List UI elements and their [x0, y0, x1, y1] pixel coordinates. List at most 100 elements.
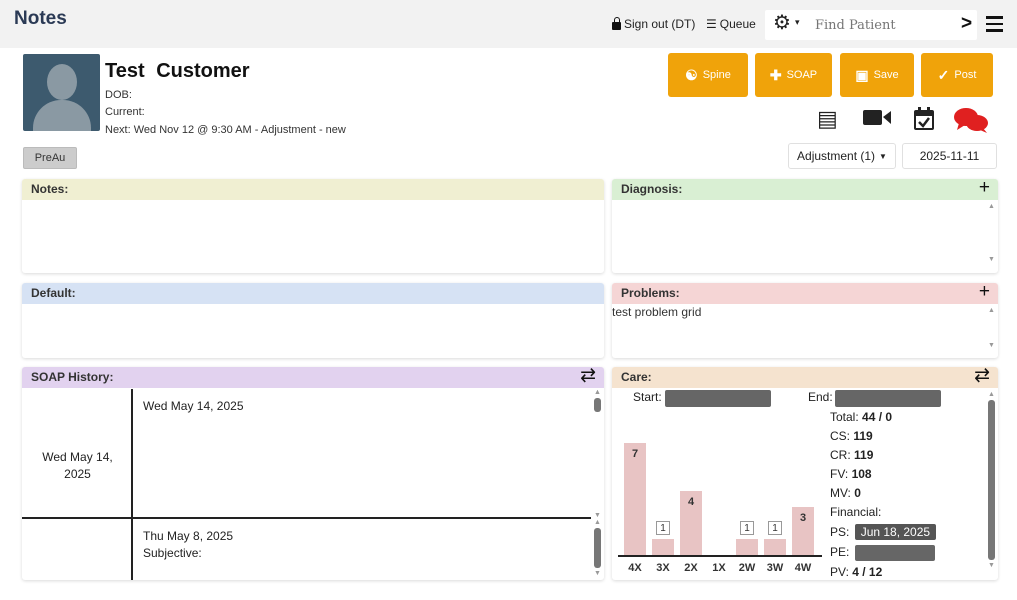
history-row[interactable]: Thu May 8, 2025 Subjective: ▲ [22, 519, 601, 580]
chevron-right-icon[interactable]: > [961, 13, 972, 35]
care-bar-value: 1 [656, 521, 670, 535]
caret-down-icon: ▼ [879, 151, 887, 161]
spine-button[interactable]: ☯ Spine [668, 53, 748, 97]
soap-history-title: SOAP History: [31, 370, 114, 384]
care-pv: PV: 4 / 12 [830, 565, 883, 579]
visit-type-label: Adjustment (1) [797, 149, 876, 163]
list-icon: ☰ [706, 17, 717, 31]
care-bar-label: 3X [656, 562, 670, 574]
scrollbar[interactable]: ▲ ▼ [987, 391, 996, 578]
care-bar-value: 3 [799, 512, 807, 524]
default-header: Default: [22, 283, 604, 304]
patient-next-appointment: Next: Wed Nov 12 @ 9:30 AM - Adjustment … [105, 124, 346, 136]
care-bar-value: 4 [687, 496, 695, 508]
care-end-redacted [835, 390, 941, 407]
care-header: Care: ⇄ [612, 367, 998, 388]
care-pe-redacted [854, 545, 935, 561]
sign-out-label: Sign out (DT) [624, 17, 696, 31]
history-row-date: Wed May 14, 2025 [22, 389, 133, 517]
scrollbar[interactable]: ▲ ▼ [987, 307, 996, 356]
page-title: Notes [14, 8, 67, 29]
care-ps-date: Jun 18, 2025 [854, 524, 937, 540]
sign-out-link[interactable]: Sign out (DT) [612, 16, 696, 31]
care-bar-label: 3W [766, 562, 784, 574]
status-badge[interactable]: PreAu [23, 147, 77, 169]
gear-icon[interactable]: ⚙ [773, 13, 791, 33]
save-label: Save [873, 69, 899, 81]
history-row[interactable]: Wed May 14, 2025 Wed May 14, 2025 ▲ ▼ [22, 389, 601, 519]
history-entry-date: Wed May 14, 2025 [143, 399, 244, 413]
queue-label: Queue [719, 17, 756, 31]
patient-current: Current: [105, 106, 145, 118]
floppy-icon: ▣ [855, 66, 869, 83]
patient-name: Test Customer [105, 60, 250, 82]
file-check-icon: ✓ [937, 66, 950, 83]
post-label: Post [954, 69, 977, 81]
care-fv: FV: 108 [830, 467, 872, 481]
post-button[interactable]: ✓ Post [921, 53, 993, 97]
care-cs: CS: 119 [830, 429, 873, 443]
notes-header: Notes: [22, 179, 604, 200]
care-end-label: End: [808, 390, 833, 404]
care-mv: MV: 0 [830, 486, 861, 500]
document-icon[interactable]: ▤ [817, 106, 838, 132]
queue-link[interactable]: ☰ Queue [706, 17, 756, 31]
find-patient-input[interactable] [815, 14, 960, 36]
add-icon[interactable]: + [979, 179, 990, 198]
care-bar-label: 2X [684, 562, 698, 574]
swap-icon[interactable]: ⇄ [580, 367, 596, 386]
visit-type-select[interactable]: Adjustment (1) ▼ [788, 143, 896, 169]
outer-scrollbar[interactable]: ▲ ▼ [593, 389, 602, 579]
soap-history-header: SOAP History: ⇄ [22, 367, 604, 388]
care-bar-3w [764, 539, 786, 555]
diagnosis-panel[interactable]: Diagnosis: + ▲ ▼ [612, 179, 998, 273]
default-panel[interactable]: Default: [22, 283, 604, 358]
chat-icon[interactable] [953, 106, 989, 140]
spine-icon: ☯ [685, 66, 698, 83]
soap-history-panel[interactable]: SOAP History: ⇄ Wed May 14, 2025 Wed May… [22, 367, 604, 580]
care-bar-value: 7 [631, 448, 639, 460]
problems-text: test problem grid [612, 305, 702, 319]
care-bar-label: 4W [794, 562, 812, 574]
chart-baseline [618, 555, 822, 557]
visit-date-value: 2025-11-11 [919, 149, 980, 163]
spine-label: Spine [702, 69, 731, 81]
diagnosis-title: Diagnosis: [621, 182, 683, 196]
save-button[interactable]: ▣ Save [840, 53, 914, 97]
care-bar-label: 4X [628, 562, 642, 574]
care-bar-3x [652, 539, 674, 555]
care-financial-label: Financial: [830, 505, 882, 519]
diagnosis-header: Diagnosis: + [612, 179, 998, 200]
care-start-redacted [665, 390, 771, 407]
caret-down-icon[interactable]: ▾ [795, 17, 800, 28]
history-entry-date: Thu May 8, 2025 [143, 529, 234, 543]
care-bar-2w [736, 539, 758, 555]
care-pe: PE: [830, 545, 935, 561]
care-ps: PS: Jun 18, 2025 [830, 524, 937, 540]
swap-icon[interactable]: ⇄ [974, 367, 990, 386]
care-bar-value: 1 [740, 521, 754, 535]
history-entry-text: Subjective: [143, 546, 202, 560]
lock-icon [612, 16, 621, 30]
problems-panel[interactable]: Problems: + test problem grid ▲ ▼ [612, 283, 998, 358]
calendar-check-icon[interactable] [912, 106, 936, 138]
menu-icon[interactable] [986, 16, 1003, 36]
care-cr: CR: 119 [830, 448, 874, 462]
care-title: Care: [621, 370, 652, 384]
visit-date-field[interactable]: 2025-11-11 [902, 143, 997, 169]
avatar [23, 54, 100, 131]
history-row-date [22, 519, 133, 580]
add-icon[interactable]: + [979, 283, 990, 302]
patient-dob: DOB: [105, 89, 132, 101]
scrollbar[interactable]: ▲ ▼ [987, 203, 996, 271]
soap-label: SOAP [786, 69, 818, 81]
care-bar-label: 2W [738, 562, 756, 574]
care-bar-label: 1X [712, 562, 726, 574]
video-icon[interactable] [862, 106, 892, 134]
file-plus-icon: ✚ [769, 66, 782, 83]
problems-title: Problems: [621, 286, 680, 300]
soap-button[interactable]: ✚ SOAP [755, 53, 832, 97]
care-bar-value: 1 [768, 521, 782, 535]
care-start-label: Start: [633, 390, 662, 404]
notes-panel[interactable]: Notes: [22, 179, 604, 273]
